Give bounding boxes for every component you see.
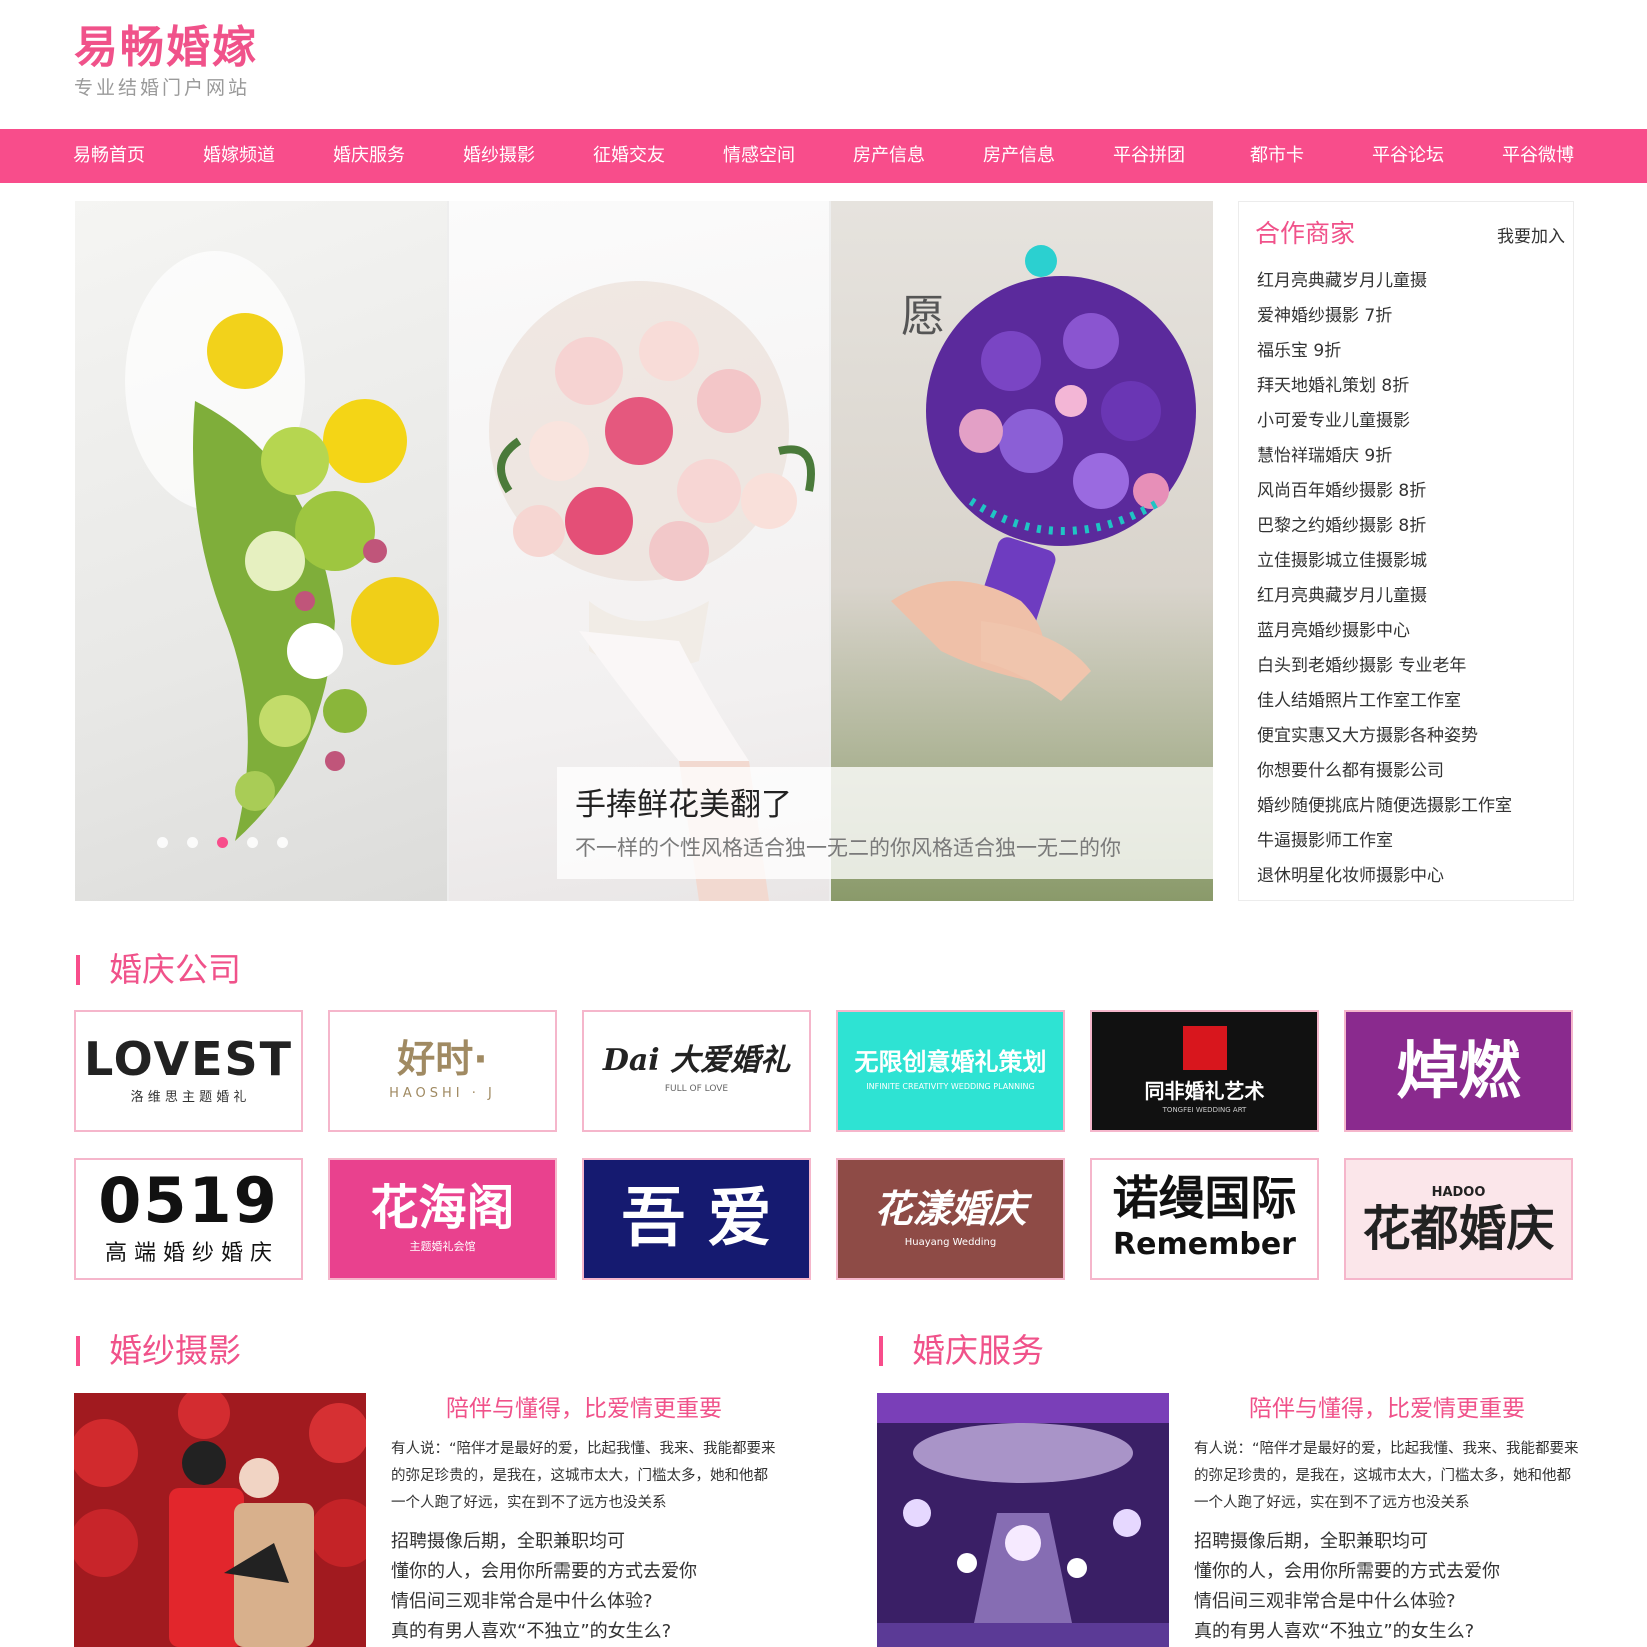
haoshi-logo-icon: 好时·	[397, 1036, 488, 1081]
partner-item[interactable]: 红月亮典藏岁月儿童摄	[1257, 579, 1512, 614]
carousel-dot-1[interactable]	[157, 837, 168, 848]
partner-item[interactable]: 婚纱随便挑底片随便选摄影工作室	[1257, 789, 1512, 824]
partner-item[interactable]: 爱神婚纱摄影 7折	[1257, 299, 1512, 334]
company-logo-daai[interactable]: Dai 大爱婚礼 FULL OF LOVE	[582, 1010, 811, 1132]
service-section-title: 婚庆服务	[912, 1331, 1044, 1370]
partner-item[interactable]: 便宜实惠又大方摄影各种姿势	[1257, 719, 1512, 754]
nav-item-emotion[interactable]: 情感空间	[723, 129, 795, 183]
service-article-image[interactable]	[877, 1393, 1169, 1647]
partner-item[interactable]: 福乐宝 9折	[1257, 334, 1512, 369]
photo-list-item[interactable]: 招聘摄像后期，全职兼职均可	[391, 1527, 697, 1557]
company-logo-huadu[interactable]: HADOO 花都婚庆	[1344, 1158, 1573, 1280]
partners-title: 合作商家	[1255, 219, 1356, 248]
carousel-dot-4[interactable]	[247, 837, 259, 848]
section-bar	[76, 1336, 80, 1366]
section-bar	[879, 1336, 883, 1366]
wuxian-logo-icon: 无限创意婚礼策划	[854, 1047, 1047, 1076]
partner-item[interactable]: 退休明星化妆师摄影中心	[1257, 859, 1512, 894]
nav-item-weibo[interactable]: 平谷微博	[1502, 129, 1574, 183]
site-logo[interactable]: 易畅婚嫁 专业结婚门户网站	[74, 20, 258, 100]
panel-lettering: 愿	[901, 291, 945, 342]
nav-item-group-buy[interactable]: 平谷拼团	[1113, 129, 1185, 183]
service-list-item[interactable]: 招聘摄像后期，全职兼职均可	[1194, 1527, 1500, 1557]
nav-item-wedding[interactable]: 婚嫁频道	[203, 129, 275, 183]
company-logo-tongfei[interactable]: 同非婚礼艺术 TONGFEI WEDDING ART	[1090, 1010, 1319, 1132]
partner-item[interactable]: 风尚百年婚纱摄影 8折	[1257, 474, 1512, 509]
company-logo-wuxian[interactable]: 无限创意婚礼策划 INFINITE CREATIVITY WEDDING PLA…	[836, 1010, 1065, 1132]
tongfei-logo-icon	[1182, 1026, 1227, 1071]
company-logo-lovest[interactable]: LOVEST 洛 维 思 主 题 婚 礼	[74, 1010, 303, 1132]
carousel-dot-2[interactable]	[187, 837, 199, 848]
partners-list: 红月亮典藏岁月儿童摄 爱神婚纱摄影 7折 福乐宝 9折 拜天地婚礼策划 8折 小…	[1257, 264, 1512, 894]
service-article-paragraph: 有人说：“陪伴才是最好的爱，比起我懂、我来、我能都要来的弥足珍贵的，是我在，这城…	[1194, 1441, 1579, 1511]
carousel-dot-3[interactable]	[217, 837, 229, 848]
company-logo-0519[interactable]: 0519 高 端 婚 纱 婚 庆	[74, 1158, 303, 1280]
nav-item-property-1[interactable]: 房产信息	[853, 129, 925, 183]
companies-section-header: 婚庆公司	[76, 950, 376, 990]
partner-item[interactable]: 立佳摄影城立佳摄影城	[1257, 544, 1512, 579]
hero-caption[interactable]: 手捧鲜花美翻了 不一样的个性风格适合独一无二的你风格适合独一无二的你	[557, 767, 1213, 879]
huayang-logo-icon: 花漾婚庆	[874, 1186, 1027, 1231]
zhuoran-logo-icon: 焯燃	[1396, 1034, 1521, 1107]
main-nav: 易畅首页 婚嫁频道 婚庆服务 婚纱摄影 征婚交友 情感空间 房产信息 房产信息 …	[0, 129, 1647, 183]
photo-article-title[interactable]: 陪伴与懂得，比爱情更重要	[446, 1393, 722, 1425]
photo-article-image[interactable]	[74, 1393, 366, 1647]
partner-item[interactable]: 蓝月亮婚纱摄影中心	[1257, 614, 1512, 649]
photo-article-list: 招聘摄像后期，全职兼职均可 懂你的人，会用你所需要的方式去爱你 情侣间三观非常合…	[391, 1527, 697, 1647]
partners-panel: 合作商家 我要加入 红月亮典藏岁月儿童摄 爱神婚纱摄影 7折 福乐宝 9折 拜天…	[1238, 201, 1574, 901]
nav-item-home[interactable]: 易畅首页	[73, 129, 145, 183]
service-article-title[interactable]: 陪伴与懂得，比爱情更重要	[1249, 1393, 1525, 1425]
service-list-item[interactable]: 真的有男人喜欢“不独立”的女生么?	[1194, 1617, 1500, 1647]
service-article-list: 招聘摄像后期，全职兼职均可 懂你的人，会用你所需要的方式去爱你 情侣间三观非常合…	[1194, 1527, 1500, 1647]
partner-item[interactable]: 佳人结婚照片工作室工作室	[1257, 684, 1512, 719]
service-list-item[interactable]: 情侣间三观非常合是中什么体验?	[1194, 1587, 1500, 1617]
partner-item[interactable]: 巴黎之约婚纱摄影 8折	[1257, 509, 1512, 544]
join-link[interactable]: 我要加入	[1497, 222, 1565, 247]
section-bar	[76, 955, 80, 985]
hero-image-bouquet-yellow	[75, 201, 447, 901]
photo-section-header: 婚纱摄影	[76, 1331, 376, 1371]
company-logo-huahaige[interactable]: 花海阁 主题婚礼会馆	[328, 1158, 557, 1280]
carousel-dot-5[interactable]	[277, 837, 289, 848]
photo-list-item[interactable]: 懂你的人，会用你所需要的方式去爱你	[391, 1557, 697, 1587]
logo-title: 易畅婚嫁	[74, 22, 258, 73]
0519-logo-icon: 0519	[98, 1163, 279, 1237]
company-logo-haoshi[interactable]: 好时· HAOSHI · J	[328, 1010, 557, 1132]
nav-item-city-card[interactable]: 都市卡	[1250, 129, 1304, 183]
logo-subtitle: 专业结婚门户网站	[74, 77, 251, 99]
partner-item[interactable]: 慧怡祥瑞婚庆 9折	[1257, 439, 1512, 474]
companies-section-title: 婚庆公司	[109, 950, 241, 989]
company-logo-zhuoran[interactable]: 焯燃	[1344, 1010, 1573, 1132]
company-logo-huayang[interactable]: 花漾婚庆 Huayang Wedding	[836, 1158, 1065, 1280]
partner-item[interactable]: 拜天地婚礼策划 8折	[1257, 369, 1512, 404]
company-logo-wuai[interactable]: 吾 爱	[582, 1158, 811, 1280]
nav-item-forum[interactable]: 平谷论坛	[1372, 129, 1444, 183]
nav-item-dating[interactable]: 征婚交友	[593, 129, 665, 183]
hero-carousel[interactable]: 愿 手捧鲜花美翻了 不一样的个性风格适合独一无二的你风格适合独一无二的你	[75, 201, 1213, 901]
lovest-logo-icon: LOVEST	[83, 1031, 294, 1086]
service-list-item[interactable]: 懂你的人，会用你所需要的方式去爱你	[1194, 1557, 1500, 1587]
wuai-logo-icon: 吾 爱	[621, 1182, 772, 1256]
company-logo-nuoman[interactable]: 诺缦国际 Remember	[1090, 1158, 1319, 1280]
photo-article-paragraph: 有人说：“陪伴才是最好的爱，比起我懂、我来、我能都要来的弥足珍贵的，是我在，这城…	[391, 1441, 776, 1511]
photo-section-title: 婚纱摄影	[109, 1331, 241, 1370]
nav-item-service[interactable]: 婚庆服务	[333, 129, 405, 183]
huadu-logo-icon: HADOO	[1431, 1184, 1486, 1200]
photo-list-item[interactable]: 真的有男人喜欢“不独立”的女生么?	[391, 1617, 697, 1647]
huahaige-logo-icon: 花海阁	[370, 1179, 515, 1236]
partner-item[interactable]: 红月亮典藏岁月儿童摄	[1257, 264, 1512, 299]
nav-item-photo[interactable]: 婚纱摄影	[463, 129, 535, 183]
nav-item-property-2[interactable]: 房产信息	[983, 129, 1055, 183]
service-section-header: 婚庆服务	[879, 1331, 1179, 1371]
hero-title[interactable]: 手捧鲜花美翻了	[575, 785, 1213, 825]
partner-item[interactable]: 牛逼摄影师工作室	[1257, 824, 1512, 859]
partner-item[interactable]: 白头到老婚纱摄影 专业老年	[1257, 649, 1512, 684]
partner-item[interactable]: 你想要什么都有摄影公司	[1257, 754, 1512, 789]
carousel-dots	[157, 833, 302, 852]
photo-list-item[interactable]: 情侣间三观非常合是中什么体验?	[391, 1587, 697, 1617]
daai-logo-icon: Dai 大爱婚礼	[602, 1043, 791, 1079]
nuoman-logo-icon: 诺缦国际	[1112, 1170, 1297, 1225]
hero-description: 不一样的个性风格适合独一无二的你风格适合独一无二的你	[575, 836, 1121, 860]
partner-item[interactable]: 小可爱专业儿童摄影	[1257, 404, 1512, 439]
